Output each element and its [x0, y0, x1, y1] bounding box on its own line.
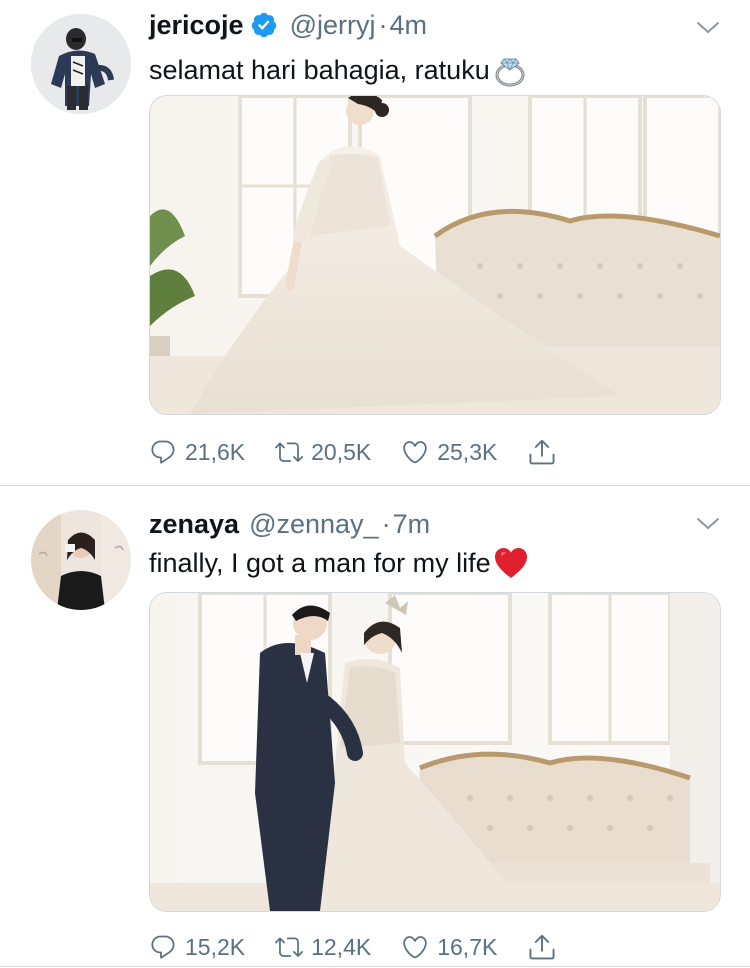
tweet-media-photo[interactable]	[149, 592, 721, 912]
chevron-down-icon[interactable]	[696, 20, 720, 36]
display-name[interactable]: zenaya	[149, 507, 239, 541]
reply-count: 21,6K	[185, 438, 246, 465]
like-count: 25,3K	[437, 438, 498, 465]
tweet-text-content: selamat hari bahagia, ratuku	[149, 55, 490, 85]
speech-bubble-icon	[151, 935, 175, 959]
couple-photo	[150, 593, 720, 911]
tweet-text: finally, I got a man for my life	[149, 545, 529, 581]
handle[interactable]: @zennay_	[249, 507, 379, 541]
tweet-actions: 21,6K 20,5K 25,3K	[149, 432, 595, 472]
avatar-zenaya[interactable]	[31, 510, 131, 610]
tweet-header: jericoje @jerryj · 4m	[149, 8, 427, 42]
retweet-count: 12,4K	[311, 933, 372, 960]
share-button[interactable]	[527, 437, 565, 467]
share-upload-icon	[529, 934, 555, 960]
chevron-down-icon[interactable]	[696, 516, 720, 532]
red-heart-emoji-icon	[493, 545, 529, 581]
display-name[interactable]: jericoje	[149, 8, 244, 42]
avatar-image	[31, 510, 131, 610]
speech-bubble-icon	[151, 440, 175, 464]
timestamp[interactable]: 7m	[393, 507, 431, 541]
like-count: 16,7K	[437, 933, 498, 960]
bride-photo	[150, 96, 720, 414]
heart-outline-icon	[403, 936, 427, 959]
reply-button[interactable]: 15,2K	[149, 933, 245, 961]
retweet-arrows-icon	[275, 442, 304, 462]
reply-count: 15,2K	[185, 933, 246, 960]
avatar-jericoje[interactable]	[31, 14, 131, 114]
retweet-count: 20,5K	[311, 438, 372, 465]
tweet-actions: 15,2K 12,4K 16,7K	[149, 927, 595, 967]
share-button[interactable]	[527, 932, 565, 962]
retweet-button[interactable]: 20,5K	[275, 438, 371, 466]
timestamp[interactable]: 4m	[389, 8, 427, 42]
ring-emoji-icon	[492, 52, 528, 88]
separator-dot: ·	[381, 509, 391, 539]
avatar-image	[31, 14, 131, 114]
tweet-header: zenaya @zennay_ · 7m	[149, 507, 430, 541]
tweet-text-content: finally, I got a man for my life	[149, 548, 491, 578]
retweet-button[interactable]: 12,4K	[275, 933, 371, 961]
reply-button[interactable]: 21,6K	[149, 438, 245, 466]
like-button[interactable]: 16,7K	[401, 933, 497, 961]
tweet-media-photo[interactable]	[149, 95, 721, 415]
tweet-divider	[0, 966, 750, 967]
tweet-jericoje[interactable]: jericoje @jerryj · 4m selamat hari bahag…	[0, 0, 750, 486]
tweet-text: selamat hari bahagia, ratuku	[149, 52, 528, 88]
handle[interactable]: @jerryj	[290, 8, 376, 42]
share-upload-icon	[529, 439, 555, 465]
retweet-arrows-icon	[275, 937, 304, 957]
tweet-zenaya[interactable]: zenaya @zennay_ · 7m finally, I got a ma…	[0, 486, 750, 968]
separator-dot: ·	[378, 10, 388, 40]
verified-badge-icon	[250, 11, 278, 39]
like-button[interactable]: 25,3K	[401, 438, 497, 466]
heart-outline-icon	[403, 441, 427, 464]
